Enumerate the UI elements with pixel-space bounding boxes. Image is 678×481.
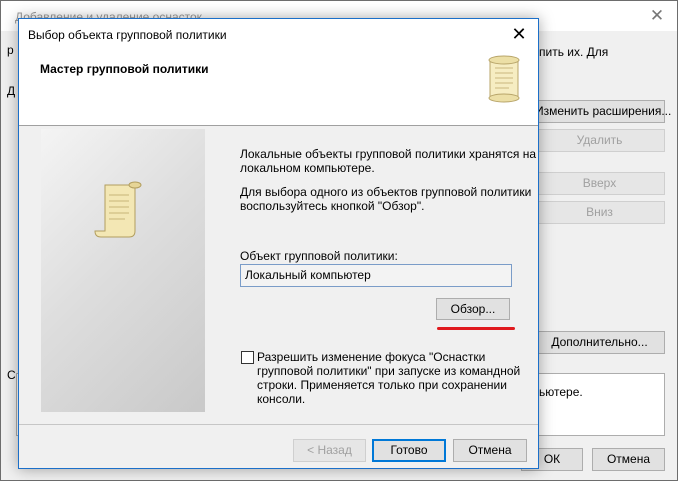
browse-hint-line: Для выбора одного из объектов групповой …	[240, 185, 532, 199]
checkbox-label-line: групповой политики" при запуске из коман…	[257, 364, 521, 378]
checkbox-label-line: строки. Применяется только при сохранени…	[257, 378, 507, 392]
dialog-titlebar: Выбор объекта групповой политики ✕	[19, 19, 538, 50]
checkbox-label-line: Разрешить изменение фокуса "Оснастки	[257, 350, 486, 364]
left-edge-letter: Д	[7, 84, 16, 98]
dialog-separator	[19, 424, 538, 425]
dialog-close-icon[interactable]: ✕	[508, 23, 530, 45]
gpo-field-label: Объект групповой политики:	[240, 249, 398, 263]
advanced-button[interactable]: Дополнительно...	[534, 331, 665, 354]
gpo-select-dialog: Выбор объекта групповой политики ✕ Масте…	[18, 18, 539, 469]
finish-button[interactable]: Готово	[372, 439, 446, 462]
scroll-icon	[488, 55, 520, 103]
intro-text: Локальные объекты групповой политики хра…	[240, 147, 536, 175]
gpo-object-field[interactable]: Локальный компьютер	[240, 264, 512, 287]
browse-hint-line: воспользуйтесь кнопкой "Обзор".	[240, 199, 425, 213]
allow-focus-change-label[interactable]: Разрешить изменение фокуса "Оснастки гру…	[257, 350, 520, 406]
intro-line: локальном компьютере.	[240, 161, 375, 175]
wizard-heading: Мастер групповой политики	[40, 62, 209, 76]
snapin-manager-close-icon[interactable]: ✕	[647, 6, 667, 26]
remove-button[interactable]: Удалить	[534, 129, 665, 152]
dialog-cancel-button[interactable]: Отмена	[453, 439, 527, 462]
bg-cancel-button[interactable]: Отмена	[592, 448, 665, 471]
highlight-underline	[437, 327, 515, 330]
wizard-header: Мастер групповой политики	[19, 50, 538, 126]
wizard-side-banner	[41, 129, 205, 412]
left-edge-letter: р	[7, 43, 14, 57]
description-text-partial: ьютере.	[539, 385, 583, 399]
intro-line: Локальные объекты групповой политики хра…	[240, 147, 537, 161]
move-up-button[interactable]: Вверх	[534, 172, 665, 195]
dialog-title: Выбор объекта групповой политики	[28, 28, 227, 42]
change-extensions-button[interactable]: Изменить расширения...	[534, 100, 671, 123]
allow-focus-change-checkbox[interactable]	[241, 351, 254, 364]
back-button[interactable]: < Назад	[293, 439, 366, 462]
scroll-icon	[94, 181, 142, 238]
browse-hint-text: Для выбора одного из объектов групповой …	[240, 185, 531, 213]
instruction-text-partial: пить их. Для	[539, 45, 609, 59]
browse-button[interactable]: Обзор...	[436, 298, 510, 320]
move-down-button[interactable]: Вниз	[534, 201, 665, 224]
left-edge-letter: С	[7, 368, 16, 382]
checkbox-label-line: консоли.	[257, 392, 306, 406]
